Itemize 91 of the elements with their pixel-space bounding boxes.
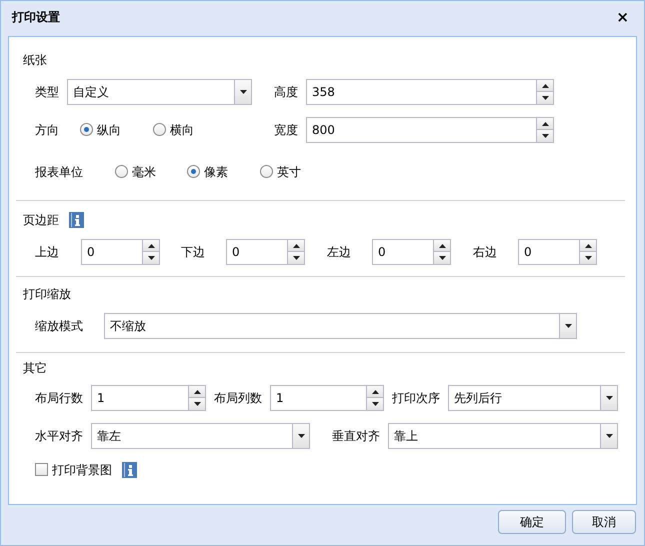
spin-down-button[interactable] (537, 130, 554, 143)
radio-button[interactable] (153, 123, 166, 136)
caret-icon (606, 434, 612, 438)
spin-down-button[interactable] (367, 398, 384, 411)
field-label: 方向 (35, 122, 59, 138)
spin-up-button[interactable] (189, 385, 206, 398)
caret-icon (298, 434, 304, 438)
window-title: 打印设置 (12, 10, 60, 25)
radio-button[interactable] (80, 123, 93, 136)
spin-up-button[interactable] (537, 79, 554, 92)
up-arrow-icon (438, 244, 446, 248)
dropdown-field[interactable]: 不缩放 (104, 313, 560, 339)
field-label: 高度 (274, 84, 298, 100)
spin-down-button[interactable] (288, 252, 305, 265)
spin-down-button[interactable] (434, 252, 451, 265)
up-arrow-icon (372, 390, 378, 394)
checkbox-label: 打印背景图 (52, 462, 112, 478)
dropdown-button[interactable] (601, 385, 618, 411)
radio-label: 毫米 (132, 164, 156, 180)
up-arrow-icon (542, 122, 548, 126)
caret-icon (240, 90, 246, 94)
dropdown-button[interactable] (601, 423, 618, 449)
radio-button[interactable] (260, 165, 273, 178)
info-icon (69, 212, 84, 228)
field-label: 布局列数 (214, 390, 262, 406)
up-arrow-icon (584, 244, 592, 248)
field-label: 水平对齐 (35, 428, 83, 444)
number-field[interactable]: 0 (372, 239, 434, 265)
field-label: 打印次序 (392, 390, 440, 406)
field-label: 下边 (181, 244, 205, 260)
number-field[interactable]: 1 (270, 385, 367, 411)
spin-up-button[interactable] (143, 239, 160, 252)
dropdown-button[interactable] (560, 313, 577, 339)
caret-icon (606, 396, 612, 400)
caret-icon (564, 324, 572, 328)
dialog-button[interactable]: 取消 (572, 510, 636, 534)
spin-up-button[interactable] (580, 239, 597, 252)
section-title: 页边距 (23, 212, 59, 228)
spin-up-button[interactable] (434, 239, 451, 252)
field-label: 左边 (327, 244, 351, 260)
radio-button[interactable] (115, 165, 128, 178)
down-arrow-icon (542, 134, 548, 138)
number-field[interactable]: 0 (226, 239, 288, 265)
down-arrow-icon (148, 256, 154, 260)
dropdown-field[interactable]: 先列后行 (448, 385, 601, 411)
field-label: 垂直对齐 (332, 428, 380, 444)
number-field[interactable]: 800 (306, 117, 537, 143)
down-arrow-icon (292, 256, 300, 260)
up-arrow-icon (292, 244, 300, 248)
close-button[interactable]: × (612, 10, 633, 25)
dropdown-field[interactable]: 靠上 (388, 423, 601, 449)
section-title: 纸张 (23, 52, 47, 68)
down-arrow-icon (372, 402, 378, 406)
field-label: 右边 (473, 244, 497, 260)
checkbox[interactable] (35, 463, 48, 476)
down-arrow-icon (542, 96, 548, 100)
field-label: 类型 (35, 84, 59, 100)
number-field[interactable]: 358 (306, 79, 537, 105)
number-field[interactable]: 0 (81, 239, 143, 265)
radio-label: 英寸 (277, 164, 301, 180)
radio-label: 纵向 (97, 122, 121, 138)
spin-up-button[interactable] (288, 239, 305, 252)
up-arrow-icon (194, 390, 200, 394)
field-label: 缩放模式 (35, 318, 83, 334)
spin-up-button[interactable] (537, 117, 554, 130)
number-field[interactable]: 1 (91, 385, 189, 411)
field-label: 布局行数 (35, 390, 83, 406)
number-field[interactable]: 0 (518, 239, 580, 265)
radio-label: 横向 (170, 122, 194, 138)
dropdown-button[interactable] (235, 79, 252, 105)
section-title: 打印缩放 (23, 286, 71, 302)
field-label: 报表单位 (35, 164, 83, 180)
dialog-button[interactable]: 确定 (498, 510, 566, 534)
spin-down-button[interactable] (143, 252, 160, 265)
down-arrow-icon (194, 402, 200, 406)
field-label: 上边 (35, 244, 59, 260)
section-title: 其它 (23, 360, 47, 376)
spin-down-button[interactable] (189, 398, 206, 411)
down-arrow-icon (584, 256, 592, 260)
field-label: 宽度 (274, 122, 298, 138)
dropdown-field[interactable]: 靠左 (91, 423, 293, 449)
radio-label: 像素 (204, 164, 228, 180)
down-arrow-icon (438, 256, 446, 260)
spin-up-button[interactable] (367, 385, 384, 398)
spin-down-button[interactable] (537, 92, 554, 105)
dropdown-field[interactable]: 自定义 (67, 79, 235, 105)
dropdown-button[interactable] (293, 423, 310, 449)
up-arrow-icon (148, 244, 154, 248)
spin-down-button[interactable] (580, 252, 597, 265)
radio-button[interactable] (187, 165, 200, 178)
up-arrow-icon (542, 84, 548, 88)
